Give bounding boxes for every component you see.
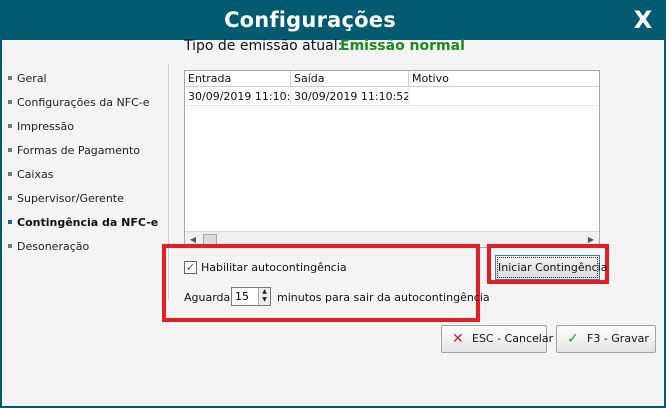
column-header-saida[interactable]: Saída [291, 71, 409, 87]
table-row[interactable]: 30/09/2019 11:10:13 30/09/2019 11:10:52 [185, 88, 599, 106]
sidebar-item-label: Geral [17, 72, 47, 85]
contingencia-grid[interactable]: Entrada Saída Motivo 30/09/2019 11:10:13… [184, 70, 600, 248]
save-button[interactable]: ✓ F3 - Gravar [556, 325, 656, 353]
sidebar-item-label: Supervisor/Gerente [17, 192, 124, 205]
cancel-button-label: ESC - Cancelar [472, 332, 554, 345]
sidebar-item-label: Configurações da NFC-e [17, 96, 150, 109]
autocontingencia-highlight [162, 244, 480, 322]
cell-motivo [409, 88, 599, 106]
minutes-stepper[interactable]: 15 ▲ ▼ [231, 287, 271, 306]
column-header-motivo[interactable]: Motivo [409, 71, 599, 87]
bullet-icon [8, 244, 12, 248]
sidebar-item-impressao[interactable]: Impressão [8, 119, 74, 135]
sidebar-item-supervisor-gerente[interactable]: Supervisor/Gerente [8, 191, 124, 207]
check-icon: ✓ [567, 331, 579, 347]
minutes-suffix-label: minutos para sair da autocontingência [277, 291, 490, 304]
sidebar-item-label: Formas de Pagamento [17, 144, 141, 157]
bullet-icon [8, 76, 12, 80]
save-button-label: F3 - Gravar [587, 332, 649, 345]
autocontingencia-label[interactable]: Habilitar autocontingência [201, 261, 347, 275]
sidebar-item-caixas[interactable]: Caixas [8, 167, 53, 183]
stepper-arrows-icon[interactable]: ▲ ▼ [258, 288, 270, 305]
bullet-icon [8, 172, 12, 176]
bullet-icon [8, 100, 12, 104]
bullet-icon [8, 124, 12, 128]
grid-header: Entrada Saída Motivo [185, 71, 599, 87]
config-window: Configurações X Geral Configurações da N… [0, 0, 666, 408]
aguardar-label: Aguardar [184, 291, 235, 304]
sidebar: Geral Configurações da NFC-e Impressão F… [2, 40, 162, 406]
sidebar-item-desoneracao[interactable]: Desoneração [8, 239, 89, 255]
iniciar-contingencia-label: Iniciar Contingência [497, 257, 607, 278]
sidebar-item-label: Desoneração [17, 240, 90, 253]
close-button[interactable]: X [620, 0, 666, 40]
close-x-icon: ✕ [452, 331, 464, 347]
sidebar-item-label: Contingência da NFC-e [17, 216, 159, 229]
bullet-icon [8, 220, 12, 224]
minutes-value[interactable]: 15 [235, 288, 249, 305]
autocontingencia-checkbox[interactable]: ✓ [184, 261, 197, 274]
title-bar: Configurações X [0, 0, 666, 40]
cancel-button[interactable]: ✕ ESC - Cancelar [441, 325, 553, 353]
sidebar-item-configuracoes-nfce[interactable]: Configurações da NFC-e [8, 95, 150, 111]
iniciar-contingencia-button[interactable]: Iniciar Contingência [495, 255, 607, 280]
bullet-icon [8, 196, 12, 200]
window-title: Configurações [224, 8, 396, 32]
tipo-emissao-label: Tipo de emissão atual: [184, 38, 343, 54]
tipo-emissao-value: Emissão normal [340, 38, 465, 54]
bullet-icon [8, 148, 12, 152]
column-header-entrada[interactable]: Entrada [185, 71, 291, 87]
sidebar-item-label: Impressão [17, 120, 74, 133]
sidebar-item-formas-pagamento[interactable]: Formas de Pagamento [8, 143, 140, 159]
sidebar-item-geral[interactable]: Geral [8, 71, 47, 87]
sidebar-item-label: Caixas [17, 168, 54, 181]
cell-saida: 30/09/2019 11:10:52 [291, 88, 409, 106]
cell-entrada: 30/09/2019 11:10:13 [185, 88, 291, 106]
sidebar-item-contingencia-nfce[interactable]: Contingência da NFC-e [8, 215, 158, 231]
